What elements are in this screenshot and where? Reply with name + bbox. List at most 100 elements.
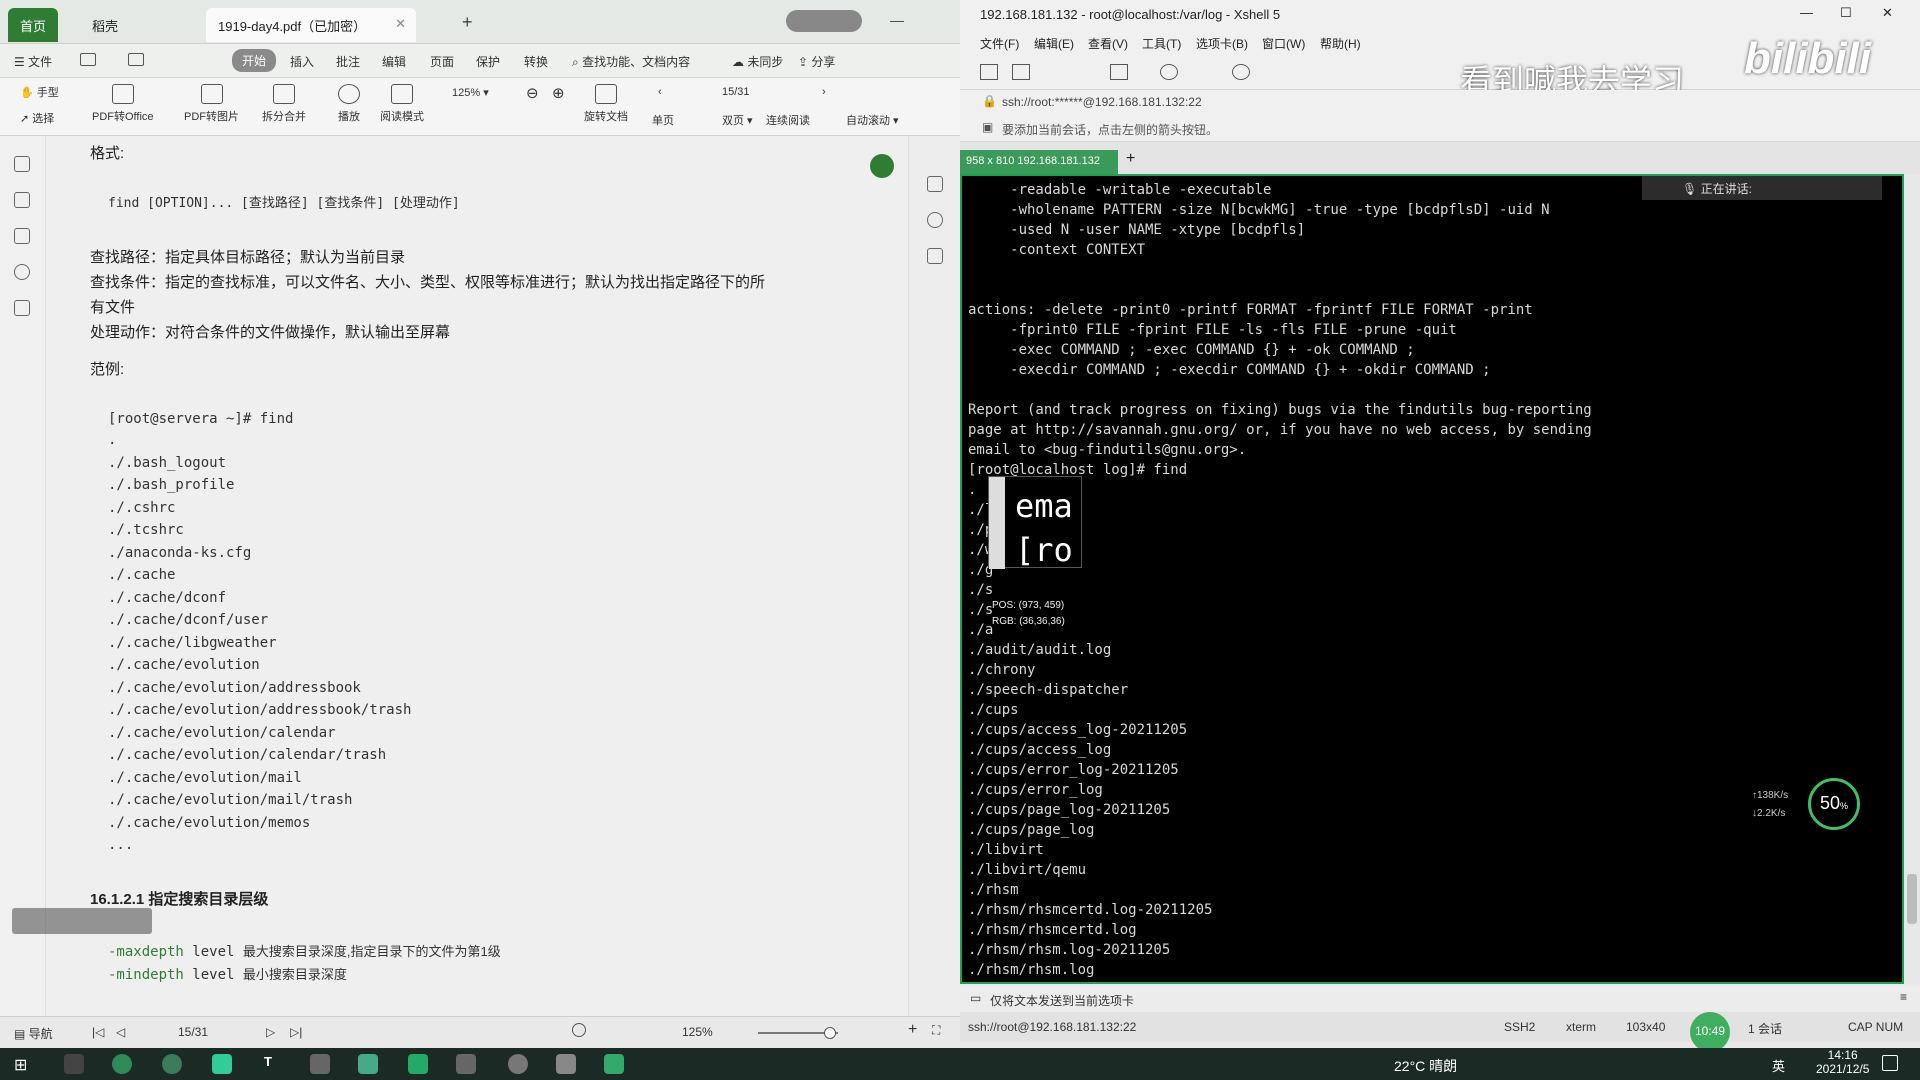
hand-tool[interactable]: ✋ 手型 <box>20 84 59 100</box>
rotate-button[interactable]: 旋转文档 <box>584 84 628 124</box>
sync-button[interactable]: ☁ 未同步 <box>732 53 783 70</box>
comment-icon[interactable] <box>14 228 30 244</box>
settings-icon[interactable] <box>927 248 943 264</box>
input-language[interactable]: 英 <box>1772 1056 1785 1075</box>
clock[interactable]: 14:16 2021/12/5 <box>1816 1048 1869 1076</box>
folder-icon[interactable] <box>456 1054 476 1074</box>
menu-annotate[interactable]: 批注 <box>336 53 360 70</box>
menu-view[interactable]: 查看(V) <box>1088 35 1128 52</box>
terminal-app-icon[interactable] <box>64 1054 84 1074</box>
menu-insert[interactable]: 插入 <box>290 53 314 70</box>
menu-file[interactable]: ☰ 文件 <box>14 53 52 70</box>
menu-start[interactable]: 开始 <box>232 49 277 72</box>
select-tool[interactable]: ➚ 选择 <box>20 110 54 126</box>
zoom-in-icon[interactable]: ⊕ <box>552 84 565 102</box>
menu-help[interactable]: 帮助(H) <box>1320 35 1361 52</box>
chrome-icon[interactable] <box>162 1054 182 1074</box>
last-page-icon[interactable]: ▷| <box>290 1025 302 1039</box>
menu-file[interactable]: 文件(F) <box>980 35 1019 52</box>
minimize-icon[interactable]: — <box>890 12 904 28</box>
globe-icon[interactable] <box>1232 64 1250 80</box>
session-address[interactable]: ssh://root:******@192.168.181.132:22 <box>1002 95 1202 109</box>
status-zoom[interactable]: 125% <box>682 1025 713 1039</box>
session-tab[interactable]: 958 x 810 192.168.181.132 <box>960 150 1118 174</box>
split-merge-button[interactable]: 拆分合并 <box>262 84 306 124</box>
wechat-icon[interactable] <box>212 1054 232 1074</box>
app-icon-2[interactable] <box>508 1054 528 1074</box>
account-badge[interactable] <box>786 10 862 32</box>
menu-tabs[interactable]: 选项卡(B) <box>1196 35 1248 52</box>
find-icon[interactable] <box>1160 64 1178 80</box>
copy-icon[interactable] <box>1110 64 1128 80</box>
nav-toggle[interactable]: ▤ 导航 <box>14 1025 53 1042</box>
menu-convert[interactable]: 转换 <box>524 53 548 70</box>
help-icon[interactable] <box>927 212 943 228</box>
search-function[interactable]: ⌕ 查找功能、文档内容 <box>572 53 690 70</box>
add-session-arrow-icon[interactable]: ▣ <box>982 120 993 134</box>
share-button[interactable]: ⇪ 分享 <box>798 53 835 70</box>
weather[interactable]: 22°C 晴朗 <box>1394 1056 1457 1076</box>
fullscreen-icon[interactable]: ⛶ <box>932 1023 940 1038</box>
zoom-out-icon[interactable]: ⊖ <box>526 84 539 102</box>
notification-icon[interactable] <box>1882 1055 1898 1071</box>
double-page-button[interactable]: 双页 ▾ <box>722 112 753 128</box>
menu-tools[interactable]: 工具(T) <box>1142 35 1181 52</box>
menu-window[interactable]: 窗口(W) <box>1262 35 1305 52</box>
app-icon[interactable] <box>358 1054 378 1074</box>
print-icon[interactable] <box>128 53 144 66</box>
send-to-current-tab[interactable]: 仅将文本发送到当前选项卡 <box>990 992 1134 1009</box>
play-button[interactable]: 播放 <box>338 84 360 124</box>
zoom-slider-handle[interactable] <box>824 1027 836 1039</box>
app-icon-3[interactable] <box>556 1054 576 1074</box>
menu-page[interactable]: 页面 <box>430 53 454 70</box>
app-icon-4[interactable] <box>604 1054 624 1074</box>
scrollbar-thumb[interactable] <box>1907 874 1917 924</box>
page-indicator[interactable]: 15/31 <box>722 86 750 98</box>
start-icon[interactable]: ⊞ <box>14 1055 27 1075</box>
zoom-select[interactable]: 125% ▾ <box>452 86 489 99</box>
maximize-icon[interactable]: ☐ <box>1840 5 1852 21</box>
menu-protect[interactable]: 保护 <box>476 53 500 70</box>
status-page[interactable]: 15/31 <box>178 1025 208 1039</box>
continuous-read-button[interactable]: 连续阅读 <box>766 112 810 128</box>
zoom-in-plus-icon[interactable]: + <box>908 1021 917 1039</box>
tab-pdf-file[interactable]: 1919-day4.pdf（已加密） ✕ <box>206 8 416 42</box>
chat-icon[interactable] <box>408 1054 428 1074</box>
cpu-gauge[interactable]: 50% <box>1808 778 1860 830</box>
browser-icon[interactable] <box>112 1054 132 1074</box>
menu-edit[interactable]: 编辑(E) <box>1034 35 1074 52</box>
translate-icon[interactable] <box>927 176 943 192</box>
to-image-button[interactable]: PDF转图片 <box>184 84 239 124</box>
wps-icon[interactable] <box>310 1054 330 1074</box>
floating-assistant-icon[interactable] <box>870 154 894 178</box>
first-page-icon[interactable]: |◁ <box>92 1025 104 1039</box>
open-icon[interactable] <box>1012 64 1030 80</box>
next-page-icon[interactable]: › <box>822 86 826 98</box>
play-icon[interactable] <box>572 1023 586 1037</box>
terminal[interactable]: -readable -writable -executable -wholena… <box>960 174 1904 984</box>
new-tab-icon[interactable]: + <box>462 12 473 33</box>
bookmark-icon[interactable] <box>14 156 30 172</box>
menu-icon[interactable]: ≡ <box>1900 990 1907 1004</box>
tab-home[interactable]: 首页 <box>8 8 59 42</box>
close-icon[interactable]: ✕ <box>1882 5 1893 21</box>
open-folder-icon[interactable] <box>80 53 96 66</box>
read-mode-button[interactable]: 阅读模式 <box>380 84 424 124</box>
next-page-button[interactable]: ▷ <box>266 1025 275 1039</box>
tab-docer[interactable]: 稻壳 <box>80 8 130 42</box>
compose-icon[interactable]: ▭ <box>970 991 981 1005</box>
signature-icon[interactable] <box>14 300 30 316</box>
attachment-icon[interactable] <box>14 264 30 280</box>
typora-icon[interactable]: T <box>264 1054 272 1069</box>
menu-edit[interactable]: 编辑 <box>382 53 406 70</box>
prev-page-icon[interactable]: ‹ <box>658 86 662 98</box>
new-session-icon[interactable] <box>980 64 998 80</box>
terminal-scrollbar[interactable] <box>1904 174 1920 984</box>
single-page-button[interactable]: 单页 <box>652 112 674 128</box>
to-office-button[interactable]: PDF转Office <box>92 84 154 124</box>
minimize-icon[interactable]: — <box>1800 5 1813 20</box>
auto-scroll-button[interactable]: 自动滚动 ▾ <box>846 112 899 128</box>
prev-page-button[interactable]: ◁ <box>116 1025 125 1039</box>
new-tab-icon[interactable]: + <box>1126 150 1135 168</box>
thumbnail-icon[interactable] <box>14 192 30 208</box>
